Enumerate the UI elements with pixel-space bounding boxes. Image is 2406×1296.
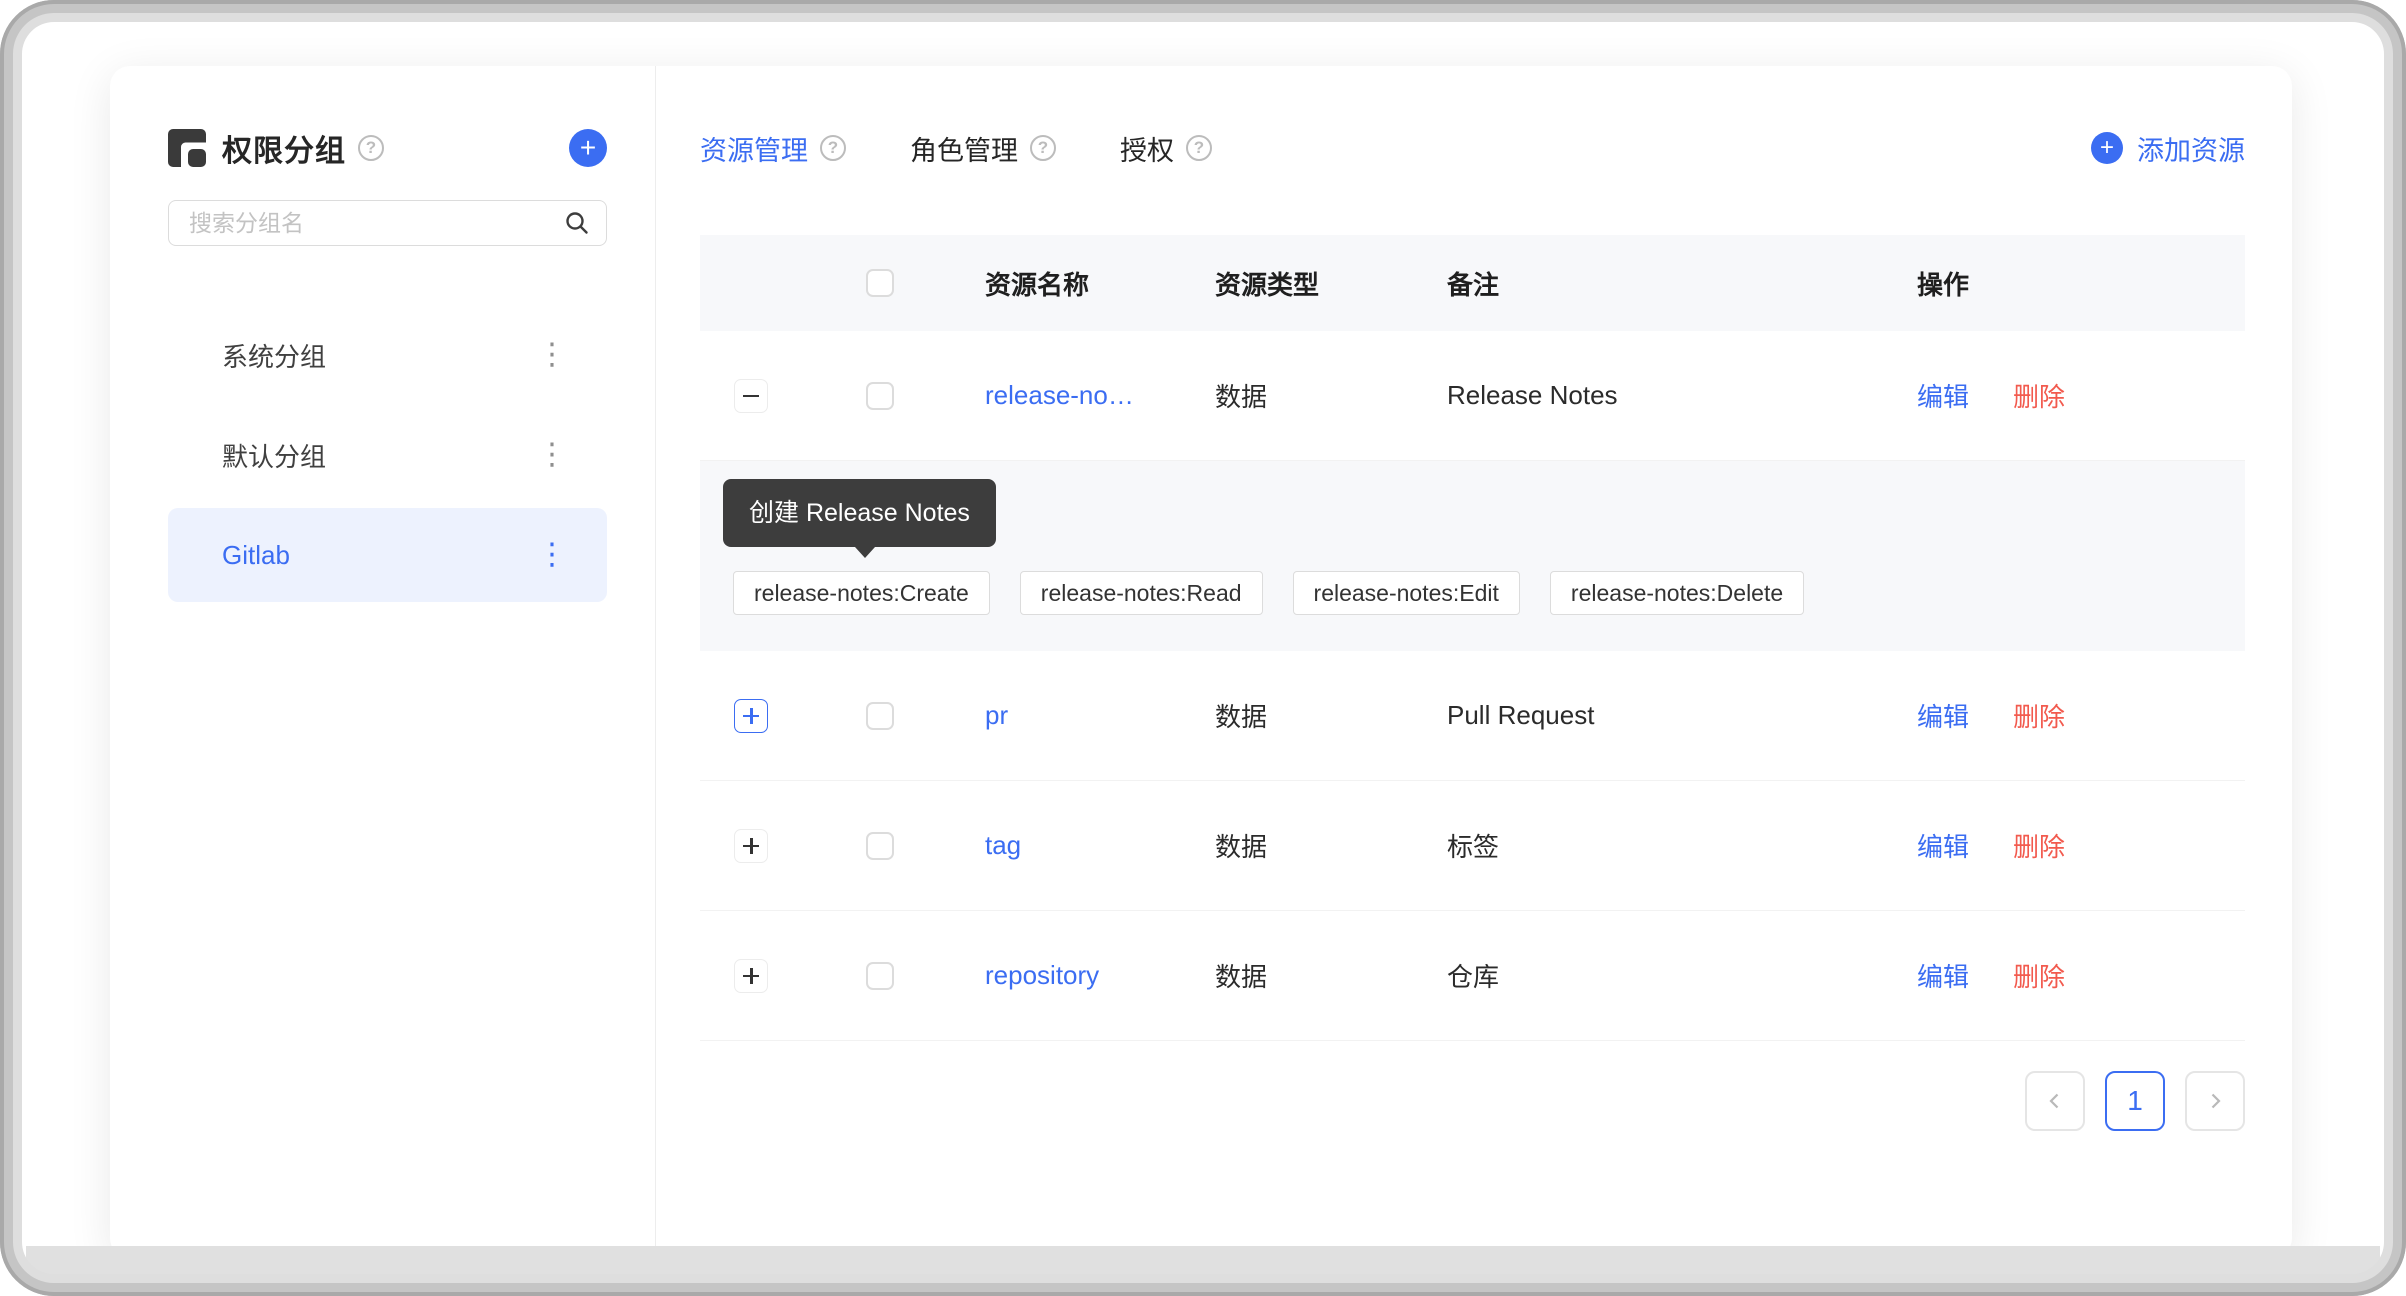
main-content: 资源管理 ? 角色管理 ? 授权 ? + 添加资源 资源名称 资源类型 (656, 66, 2292, 1258)
resource-table: 资源名称 资源类型 备注 操作 release-no… 数据 Release N… (700, 235, 2245, 1041)
tab-label: 资源管理 (700, 129, 808, 168)
resource-name-link[interactable]: release-no… (955, 380, 1185, 411)
edit-button[interactable]: 编辑 (1917, 827, 1969, 864)
row-checkbox[interactable] (866, 832, 894, 860)
help-icon[interactable]: ? (820, 135, 846, 161)
delete-button[interactable]: 删除 (2013, 827, 2065, 864)
expand-row-button[interactable] (734, 829, 768, 863)
column-header-type: 资源类型 (1185, 265, 1417, 302)
permission-tag[interactable]: release-notes:Edit (1293, 571, 1520, 615)
table-row: tag 数据 标签 编辑 删除 (700, 781, 2245, 911)
pagination: 1 (700, 1071, 2245, 1131)
page-number-button[interactable]: 1 (2105, 1071, 2165, 1131)
permission-tags: release-notes:Create release-notes:Read … (733, 571, 2245, 615)
help-icon[interactable]: ? (1186, 135, 1212, 161)
resource-remark: Release Notes (1417, 380, 1887, 411)
tab-resource-management[interactable]: 资源管理 ? (700, 129, 846, 168)
chevron-left-icon (2044, 1090, 2066, 1112)
resource-remark: 标签 (1417, 827, 1887, 864)
column-header-name: 资源名称 (955, 265, 1185, 302)
group-list: 系统分组 ⋮ 默认分组 ⋮ Gitlab ⋮ (168, 308, 607, 602)
resource-name-link[interactable]: tag (955, 830, 1185, 861)
more-menu-icon[interactable]: ⋮ (531, 434, 573, 476)
help-icon[interactable]: ? (1030, 135, 1056, 161)
more-menu-icon[interactable]: ⋮ (531, 534, 573, 576)
group-label: Gitlab (222, 540, 290, 571)
sidebar-item-gitlab[interactable]: Gitlab ⋮ (168, 508, 607, 602)
group-label: 系统分组 (222, 337, 326, 374)
search-icon[interactable] (564, 210, 590, 236)
help-icon[interactable]: ? (358, 135, 384, 161)
page-number: 1 (2127, 1085, 2143, 1117)
sidebar-header: 权限分组 ? + (168, 128, 607, 168)
edit-button[interactable]: 编辑 (1917, 697, 1969, 734)
resource-type: 数据 (1185, 957, 1417, 994)
edit-button[interactable]: 编辑 (1917, 957, 1969, 994)
tab-label: 角色管理 (910, 129, 1018, 168)
add-group-button[interactable]: + (569, 129, 607, 167)
table-row: repository 数据 仓库 编辑 删除 (700, 911, 2245, 1041)
edit-button[interactable]: 编辑 (1917, 377, 1969, 414)
sidebar-item-system-group[interactable]: 系统分组 ⋮ (168, 308, 607, 402)
collapse-row-button[interactable] (734, 379, 768, 413)
resource-name-link[interactable]: pr (955, 700, 1185, 731)
resource-type: 数据 (1185, 827, 1417, 864)
content-header: 资源管理 ? 角色管理 ? 授权 ? + 添加资源 (700, 128, 2245, 168)
delete-button[interactable]: 删除 (2013, 957, 2065, 994)
column-header-remark: 备注 (1417, 265, 1887, 302)
add-resource-label: 添加资源 (2137, 129, 2245, 168)
resource-type: 数据 (1185, 377, 1417, 414)
more-menu-icon[interactable]: ⋮ (531, 334, 573, 376)
table-header: 资源名称 资源类型 备注 操作 (700, 235, 2245, 331)
app-window: 权限分组 ? + 系统分组 ⋮ 默认分组 ⋮ Gitlab ⋮ (110, 66, 2292, 1258)
sidebar-item-default-group[interactable]: 默认分组 ⋮ (168, 408, 607, 502)
table-row: pr 数据 Pull Request 编辑 删除 (700, 651, 2245, 781)
row-checkbox[interactable] (866, 382, 894, 410)
sidebar: 权限分组 ? + 系统分组 ⋮ 默认分组 ⋮ Gitlab ⋮ (110, 66, 656, 1258)
resource-type: 数据 (1185, 697, 1417, 734)
resource-remark: 仓库 (1417, 957, 1887, 994)
tooltip-text: 创建 Release Notes (749, 499, 970, 527)
permission-tag[interactable]: release-notes:Create (733, 571, 990, 615)
permission-tag[interactable]: release-notes:Read (1020, 571, 1263, 615)
add-resource-button[interactable]: + 添加资源 (2091, 129, 2245, 168)
resource-remark: Pull Request (1417, 700, 1887, 731)
row-checkbox[interactable] (866, 962, 894, 990)
next-page-button[interactable] (2185, 1071, 2245, 1131)
expand-row-button[interactable] (734, 959, 768, 993)
group-label: 默认分组 (222, 437, 326, 474)
page-title: 权限分组 (222, 126, 346, 170)
delete-button[interactable]: 删除 (2013, 697, 2065, 734)
select-all-checkbox[interactable] (866, 269, 894, 297)
tab-label: 授权 (1120, 129, 1174, 168)
search-input[interactable] (189, 210, 554, 237)
tooltip: 创建 Release Notes (723, 479, 996, 547)
tab-role-management[interactable]: 角色管理 ? (910, 129, 1056, 168)
plus-icon: + (2091, 132, 2123, 164)
resource-name-link[interactable]: repository (955, 960, 1185, 991)
row-expansion-panel: 创建 Release Notes 操作: release-notes:Creat… (700, 461, 2245, 651)
app-logo-icon (168, 129, 206, 167)
table-row: release-no… 数据 Release Notes 编辑 删除 (700, 331, 2245, 461)
column-header-actions: 操作 (1887, 265, 2245, 302)
expand-row-button[interactable] (734, 699, 768, 733)
group-search (168, 200, 607, 246)
delete-button[interactable]: 删除 (2013, 377, 2065, 414)
permission-tag[interactable]: release-notes:Delete (1550, 571, 1804, 615)
chevron-right-icon (2204, 1090, 2226, 1112)
tab-authorization[interactable]: 授权 ? (1120, 129, 1212, 168)
prev-page-button[interactable] (2025, 1071, 2085, 1131)
row-checkbox[interactable] (866, 702, 894, 730)
